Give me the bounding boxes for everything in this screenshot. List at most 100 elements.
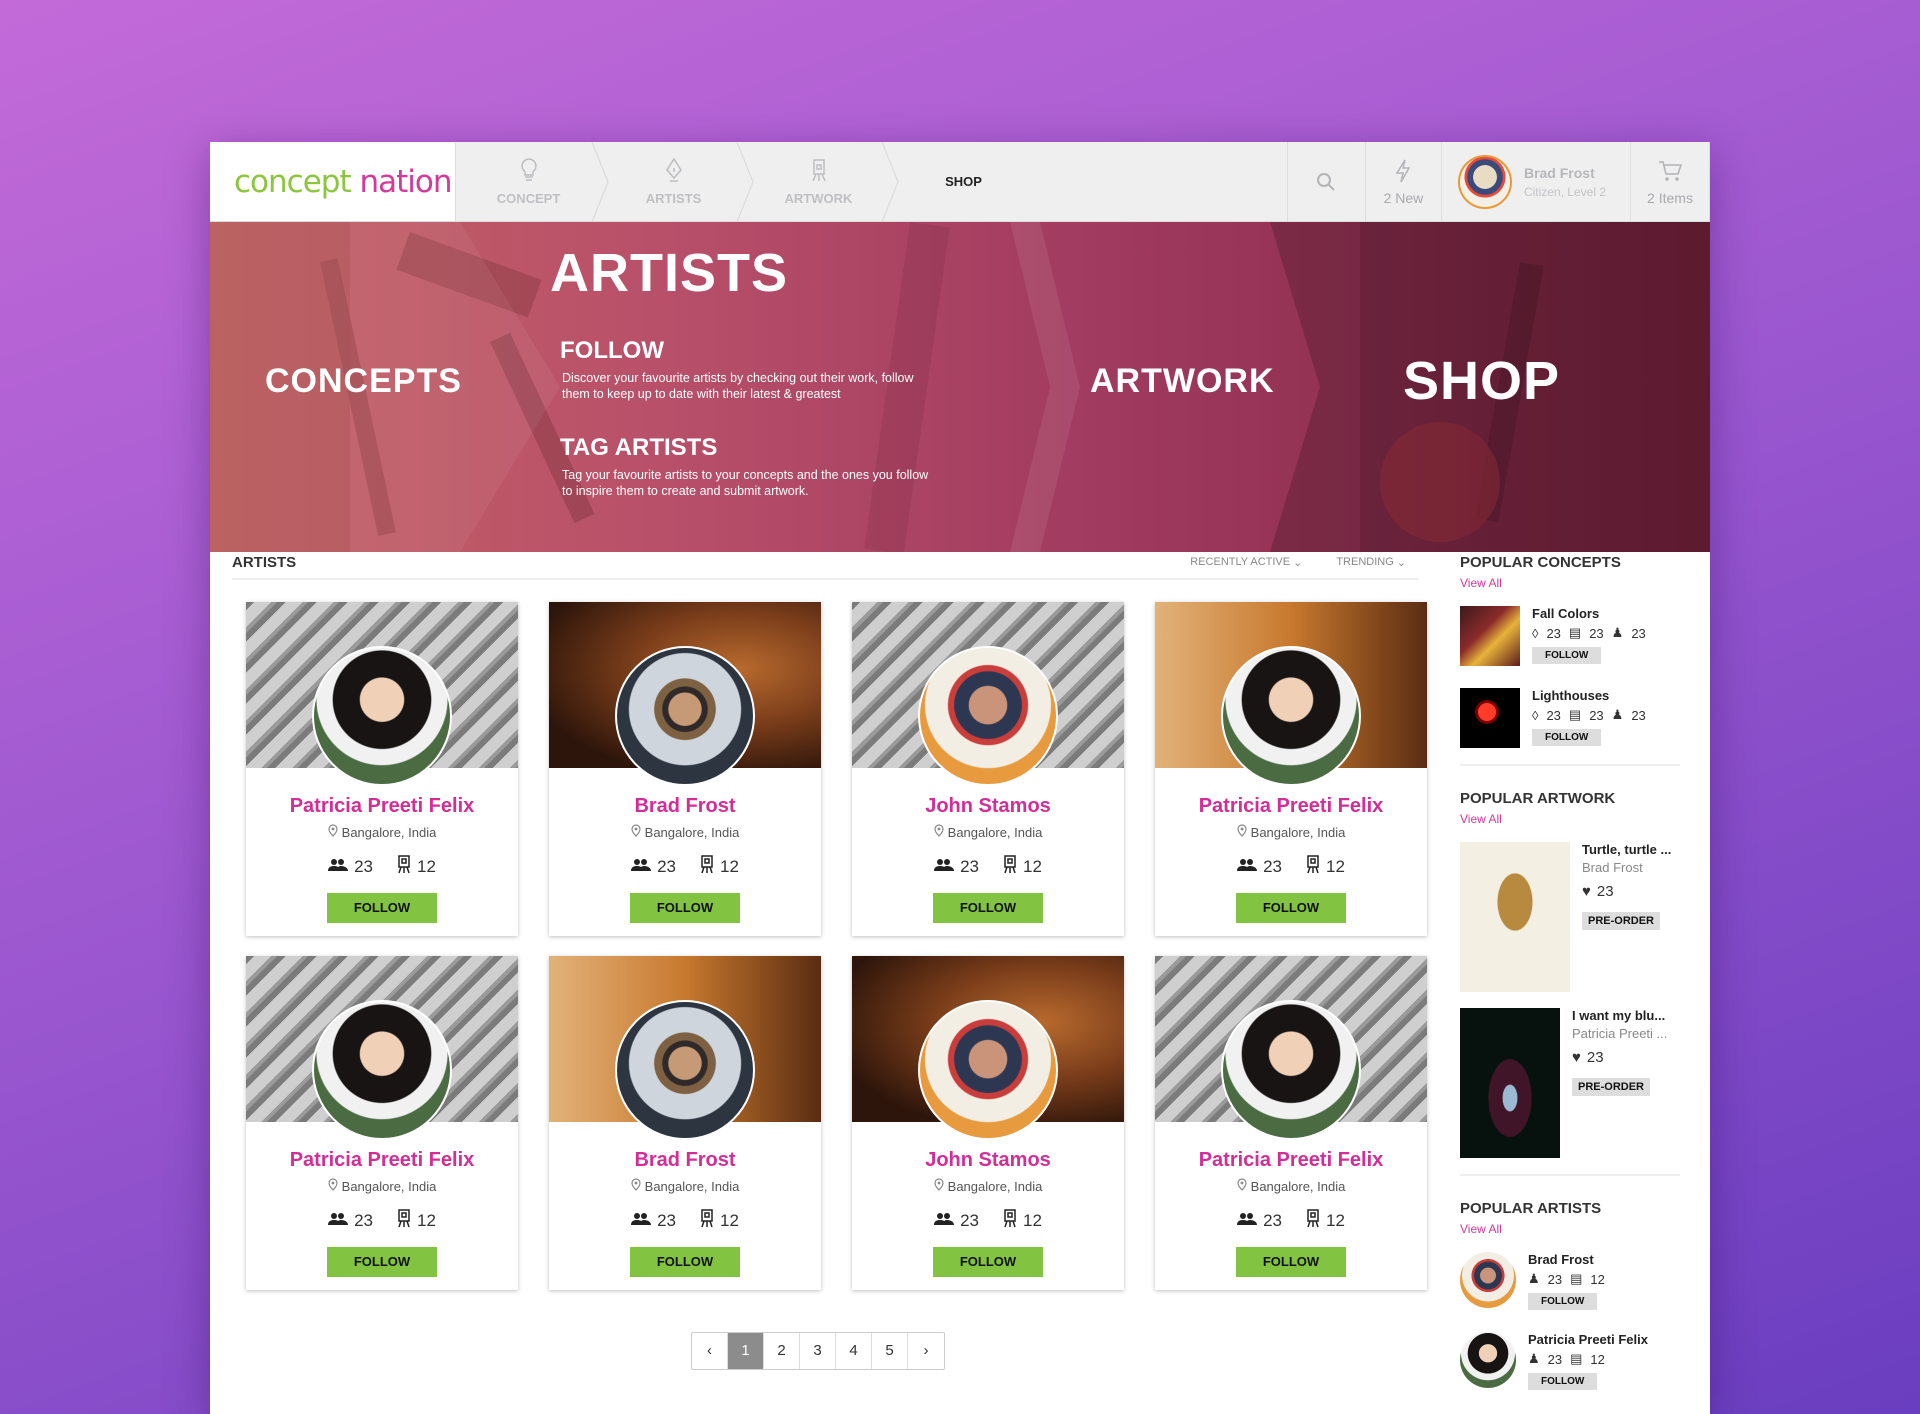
user-level: Citizen, Level 2 <box>1523 184 1606 199</box>
follow-button[interactable]: FOLLOW <box>1528 1293 1598 1310</box>
search-button[interactable] <box>1286 142 1365 221</box>
follow-button[interactable]: FOLLOW <box>630 1247 740 1277</box>
artworks-stat: 12 <box>1003 1208 1042 1233</box>
page-4-button[interactable]: 4 <box>836 1333 872 1369</box>
nav-artwork[interactable]: ARTWORK <box>746 142 899 222</box>
follow-button[interactable]: FOLLOW <box>1532 647 1602 664</box>
artist-stats: 23 12 <box>1155 1208 1427 1233</box>
heart-icon: ♥ <box>1582 883 1591 900</box>
user-name: Brad Frost <box>1523 164 1595 181</box>
artist-location: Bangalore, India <box>549 1178 821 1194</box>
people-icon: ♟ <box>1528 1271 1540 1286</box>
artist-card[interactable]: Brad Frost Bangalore, India 23 12 FOLLOW <box>549 956 821 1290</box>
stat-value: 23 <box>1546 625 1561 641</box>
follow-button[interactable]: FOLLOW <box>933 1247 1043 1277</box>
stat-value: 12 <box>1590 1271 1605 1287</box>
artist-avatar <box>1460 1332 1516 1388</box>
pen-nib-icon: ◊ <box>1532 707 1539 723</box>
follow-button[interactable]: FOLLOW <box>1528 1373 1598 1390</box>
artist-name[interactable]: Patricia Preeti Felix <box>246 795 518 818</box>
followers-count: 23 <box>1263 856 1282 876</box>
notifications-button[interactable]: 2 New <box>1364 142 1441 221</box>
people-icon <box>1237 1211 1258 1231</box>
easel-icon: ▤ <box>1568 707 1582 722</box>
follow-button[interactable]: FOLLOW <box>630 893 740 923</box>
logo[interactable]: concept nation <box>210 142 456 221</box>
concept-item[interactable]: Fall Colors ◊ 23 ▤ 23 ♟ 23 FOLLOW <box>1460 606 1680 666</box>
follow-button[interactable]: FOLLOW <box>1532 729 1602 746</box>
pen-nib-icon: ◊ <box>1532 625 1539 641</box>
user-menu[interactable]: Brad Frost Citizen, Level 2 <box>1440 142 1630 221</box>
people-icon <box>1237 857 1258 877</box>
artist-name[interactable]: Brad Frost <box>549 1149 821 1172</box>
hero-shop-label[interactable]: SHOP <box>1403 350 1560 412</box>
hero-follow-description: Discover your favourite artists by check… <box>562 371 914 401</box>
artist-card[interactable]: John Stamos Bangalore, India 23 12 FOLLOW <box>852 602 1124 936</box>
page-2-button[interactable]: 2 <box>764 1333 800 1369</box>
view-all-link[interactable]: View All <box>1460 812 1680 826</box>
followers-stat: 23 <box>328 1211 373 1231</box>
artist-card[interactable]: Patricia Preeti Felix Bangalore, India 23 1… <box>246 602 518 936</box>
prev-page-button[interactable]: ‹ <box>692 1333 728 1369</box>
view-all-link[interactable]: View All <box>1460 576 1680 590</box>
page-3-button[interactable]: 3 <box>800 1333 836 1369</box>
view-all-link[interactable]: View All <box>1460 1222 1680 1236</box>
pre-order-button[interactable]: PRE-ORDER <box>1572 1078 1651 1096</box>
artist-name[interactable]: Patricia Preeti Felix <box>1155 1149 1427 1172</box>
nav-artists[interactable]: ARTISTS <box>601 142 754 222</box>
sort-recently-active[interactable]: RECENTLY ACTIVE ⌄ <box>1190 556 1302 569</box>
pre-order-button[interactable]: PRE-ORDER <box>1582 912 1661 930</box>
artworks-stat: 12 <box>700 1208 739 1233</box>
location-text: Bangalore, India <box>644 824 740 840</box>
stat-value: 23 <box>1631 707 1646 723</box>
artworks-count: 12 <box>417 1210 436 1230</box>
follow-button[interactable]: FOLLOW <box>1236 893 1346 923</box>
chevron-down-icon: ⌄ <box>1396 556 1406 569</box>
cart-icon <box>1657 158 1683 184</box>
sort-trending[interactable]: TRENDING ⌄ <box>1336 556 1406 569</box>
artist-location: Bangalore, India <box>549 824 821 840</box>
people-icon: ♟ <box>1611 625 1624 640</box>
nav-shop[interactable]: SHOP <box>891 142 1036 221</box>
artwork-item[interactable]: I want my blu... Patricia Preeti ... ♥ 23… <box>1460 1008 1680 1158</box>
stat-value: 23 <box>1547 1271 1563 1287</box>
follow-button[interactable]: FOLLOW <box>327 893 437 923</box>
follow-button[interactable]: FOLLOW <box>327 1247 437 1277</box>
follow-button[interactable]: FOLLOW <box>1236 1247 1346 1277</box>
likes: ♥ 23 <box>1572 1049 1667 1066</box>
artist-card[interactable]: Brad Frost Bangalore, India 23 12 FOLLOW <box>549 602 821 936</box>
search-icon <box>1313 169 1339 195</box>
artist-card[interactable]: John Stamos Bangalore, India 23 12 FOLLOW <box>852 956 1124 1290</box>
artist-name[interactable]: Brad Frost <box>549 795 821 818</box>
sidebar: POPULAR CONCEPTS View All Fall Colors ◊ 2… <box>1460 554 1680 1414</box>
next-page-button[interactable]: › <box>908 1333 944 1369</box>
people-icon <box>631 857 652 877</box>
stat-value: 23 <box>1589 707 1604 723</box>
artwork-artist: Patricia Preeti ... <box>1572 1026 1668 1041</box>
easel-icon: ▤ <box>1570 1351 1583 1366</box>
lightning-icon <box>1390 158 1416 184</box>
artist-name[interactable]: John Stamos <box>852 1149 1124 1172</box>
artist-stats: ♟ 23 ▤ 12 <box>1528 1271 1605 1287</box>
chevron-down-icon: ⌄ <box>1293 556 1303 569</box>
follow-button[interactable]: FOLLOW <box>933 893 1043 923</box>
artist-name[interactable]: Patricia Preeti Felix <box>246 1149 518 1172</box>
page-1-button[interactable]: 1 <box>728 1333 764 1369</box>
followers-count: 23 <box>1263 1210 1282 1230</box>
artwork-item[interactable]: Turtle, turtle ... Brad Frost ♥ 23 PRE-OR… <box>1460 842 1680 992</box>
concept-item[interactable]: Lighthouses ◊ 23 ▤ 23 ♟ 23 FOLLOW <box>1460 688 1680 748</box>
artist-card[interactable]: Patricia Preeti Felix Bangalore, India 23 1… <box>246 956 518 1290</box>
artist-item[interactable]: Brad Frost ♟ 23 ▤ 12 FOLLOW <box>1460 1252 1680 1310</box>
artist-avatar <box>1460 1252 1516 1308</box>
hero-concepts-label[interactable]: CONCEPTS <box>265 362 462 401</box>
page-5-button[interactable]: 5 <box>872 1333 908 1369</box>
hero-artwork-label[interactable]: ARTWORK <box>1090 362 1275 401</box>
artist-name[interactable]: Patricia Preeti Felix <box>1155 795 1427 818</box>
artist-card[interactable]: Patricia Preeti Felix Bangalore, India 23 1… <box>1155 602 1427 936</box>
artist-name[interactable]: John Stamos <box>852 795 1124 818</box>
people-icon: ♟ <box>1528 1351 1540 1366</box>
artist-card[interactable]: Patricia Preeti Felix Bangalore, India 23 1… <box>1155 956 1427 1290</box>
nav-concept[interactable]: CONCEPT <box>456 142 609 222</box>
artist-item[interactable]: Patricia Preeti Felix ♟ 23 ▤ 12 FOLLOW <box>1460 1332 1680 1390</box>
cart-button[interactable]: 2 Items <box>1630 142 1710 221</box>
